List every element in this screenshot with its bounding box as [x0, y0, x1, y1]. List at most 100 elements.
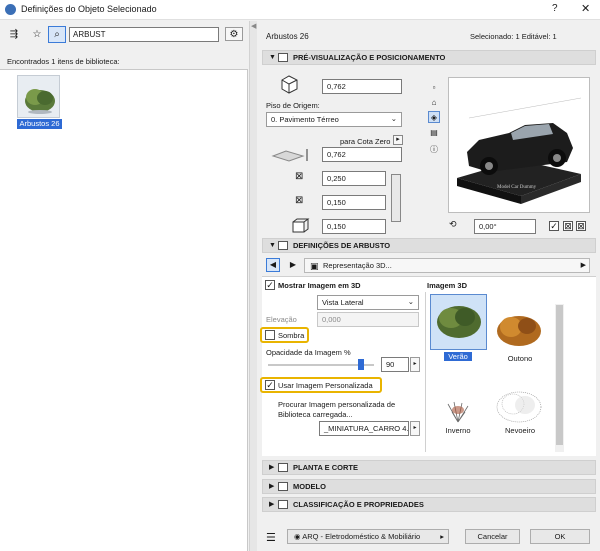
browse-label: Procurar Imagem personalizada de Bibliot… — [278, 400, 396, 419]
section-model-header[interactable]: ▶ MODELO — [262, 479, 596, 494]
opacity-stepper[interactable]: ▸ — [410, 357, 420, 372]
mirror-x-icon[interactable]: ⊠ — [563, 221, 573, 231]
section-plan-title: PLANTA E CORTE — [293, 463, 358, 472]
image-panel-title: Imagem 3D — [427, 281, 468, 290]
selection-info: Selecionado: 1 Editável: 1 — [470, 32, 557, 41]
rotate-angle-icon: ⟲ — [449, 219, 457, 229]
view-side-icon[interactable]: ⌂ — [428, 97, 440, 109]
opacity-slider-thumb[interactable] — [358, 359, 364, 370]
dimension-b-field[interactable]: 0,150 — [322, 195, 386, 210]
section-plan-header[interactable]: ▶ PLANTA E CORTE — [262, 460, 596, 475]
preview-caption: Model Car Dummy — [497, 185, 537, 190]
object-name: Arbustos 26 — [266, 32, 309, 41]
elevation-plane-icon — [271, 147, 311, 163]
representation-label: Representação 3D... — [323, 261, 392, 270]
chain-link-icon[interactable] — [391, 174, 401, 222]
shrub-thumbnail[interactable] — [17, 75, 60, 118]
cota-label: para Cota Zero — [340, 137, 391, 146]
view-section-icon[interactable]: ▤ — [428, 127, 440, 139]
mirror-checkbox[interactable]: ✓ — [549, 221, 559, 231]
section-model-title: MODELO — [293, 482, 326, 491]
origin-select[interactable]: 0. Pavimento Térreo ⌄ — [266, 112, 402, 127]
layer-select[interactable]: ◉ ARQ - Eletrodoméstico & Mobiliário ▸ — [287, 529, 449, 544]
image-fog-label[interactable]: Nevoeiro — [498, 426, 542, 435]
representation-select[interactable]: ▣ Representação 3D... ▶ — [304, 258, 590, 273]
representation-icon: ▣ — [310, 261, 319, 271]
image-summer-label[interactable]: Verão — [444, 352, 472, 361]
custom-image-checkbox[interactable]: ✓ — [265, 380, 275, 390]
pane-splitter[interactable] — [249, 21, 257, 551]
custom-file-field[interactable]: _MINIATURA_CARRO 4.p — [319, 421, 409, 436]
next-page-button[interactable]: ▶ — [286, 258, 300, 272]
elevation-label: Elevação — [266, 315, 297, 324]
collapsed-triangle-icon: ▶ — [269, 501, 275, 508]
image-scrollbar-thumb[interactable] — [556, 305, 563, 445]
classification-section-icon — [278, 500, 288, 509]
show-image-checkbox[interactable]: ✓ — [265, 280, 275, 290]
close-button[interactable]: ✕ — [581, 2, 590, 15]
image-autumn-label[interactable]: Outono — [500, 354, 540, 363]
show-image-label: Mostrar Imagem em 3D — [278, 281, 361, 290]
eye-icon: ◉ — [294, 532, 301, 541]
section-classification-header[interactable]: ▶ CLASSIFICAÇÃO E PROPRIEDADES — [262, 497, 596, 512]
plan-section-icon — [278, 463, 288, 472]
search-icon[interactable]: ⌕ — [48, 26, 66, 43]
info-icon[interactable]: ⓘ — [428, 144, 440, 156]
collapse-arrow-icon[interactable]: ◀ — [251, 22, 256, 30]
library-item-label[interactable]: Arbustos 26 — [17, 119, 62, 129]
settings-gear-icon[interactable]: ⚙ — [225, 27, 243, 41]
dropdown-arrow-icon: ▸ — [440, 532, 444, 541]
help-button[interactable]: ? — [552, 3, 558, 14]
image-winter-label[interactable]: Inverno — [440, 426, 476, 435]
origin-label: Piso de Origem: — [266, 101, 320, 110]
preview-section-icon — [278, 53, 288, 62]
shadow-checkbox[interactable] — [265, 330, 275, 340]
view-value: Vista Lateral — [322, 298, 364, 307]
dimension-c-field[interactable]: 0,150 — [322, 219, 386, 234]
favorites-star-icon[interactable]: ☆ — [30, 28, 44, 42]
dropdown-arrow-icon: ▶ — [580, 262, 586, 269]
prev-page-button[interactable]: ◀ — [266, 258, 280, 272]
section-preview-header[interactable]: ▼ PRÉ-VISUALIZAÇÃO E POSICIONAMENTO — [262, 50, 596, 65]
box-height-icon — [279, 72, 301, 94]
cota-arrow-button[interactable]: ▸ — [393, 135, 403, 145]
browse-arrow-button[interactable]: ▸ — [410, 421, 420, 436]
dim-y-icon: ⊠ — [295, 195, 304, 206]
section-shrub-header[interactable]: ▼ DEFINIÇÕES DE ARBUSTO — [262, 238, 596, 253]
collapsed-triangle-icon: ▶ — [269, 483, 275, 490]
image-autumn-tile[interactable] — [491, 307, 548, 351]
library-search-input[interactable]: ARBUST — [69, 27, 219, 42]
view-select[interactable]: Vista Lateral ⌄ — [317, 295, 419, 310]
angle-field[interactable]: 0,00° — [474, 219, 536, 234]
app-icon — [5, 4, 16, 15]
height-field[interactable]: 0,762 — [322, 79, 402, 94]
library-results-area — [0, 69, 248, 551]
shrub-section-icon — [278, 241, 288, 250]
section-classification-title: CLASSIFICAÇÃO E PROPRIEDADES — [293, 500, 424, 509]
box-depth-icon — [291, 218, 313, 234]
dim-x-icon: ⊠ — [295, 171, 304, 182]
chevron-down-icon: ⌄ — [407, 297, 414, 306]
window-title: Definições do Objeto Selecionado — [21, 4, 157, 14]
expand-triangle-icon: ▼ — [269, 54, 276, 61]
elevation-input[interactable]: 0,000 — [317, 312, 419, 327]
model-section-icon — [278, 482, 288, 491]
mirror-y-icon[interactable]: ⊠ — [576, 221, 586, 231]
search-result-count: Encontrados 1 itens de biblioteca: — [7, 57, 120, 66]
elevation-field[interactable]: 0,762 — [322, 147, 402, 162]
image-fog-tile[interactable] — [491, 385, 548, 425]
view-3d-icon[interactable]: ◈ — [428, 111, 440, 123]
view-top-icon[interactable]: ▫ — [428, 82, 440, 94]
origin-value: 0. Pavimento Térreo — [271, 115, 339, 124]
layer-stack-icon: ☰ — [266, 532, 276, 544]
image-winter-tile[interactable] — [442, 400, 474, 424]
section-preview-title: PRÉ-VISUALIZAÇÃO E POSICIONAMENTO — [293, 53, 446, 62]
collapsed-triangle-icon: ▶ — [269, 464, 275, 471]
library-tree-icon[interactable]: ⇶ — [7, 28, 21, 42]
opacity-input[interactable]: 90 — [381, 357, 409, 372]
cancel-button[interactable]: Cancelar — [465, 529, 520, 544]
image-summer-tile[interactable] — [430, 294, 487, 350]
dimension-a-field[interactable]: 0,250 — [322, 171, 386, 186]
ok-button[interactable]: OK — [530, 529, 590, 544]
chevron-down-icon: ⌄ — [390, 114, 397, 123]
